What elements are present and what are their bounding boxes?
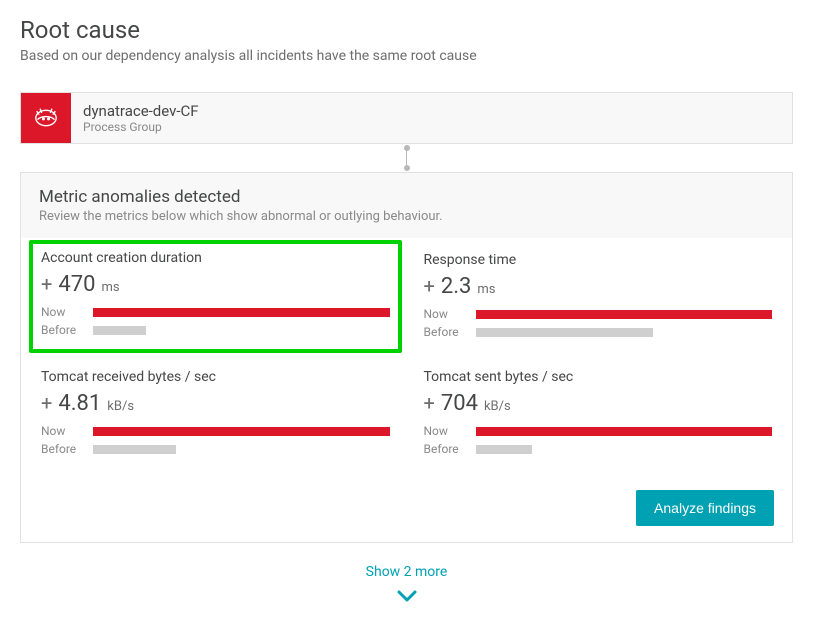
bar-row-now: Now xyxy=(424,307,773,321)
bar-fill-before xyxy=(93,445,176,454)
anomalies-header: Metric anomalies detected Review the met… xyxy=(21,173,792,238)
metric-value: 2.3 xyxy=(441,274,472,299)
metric-card[interactable]: Tomcat sent bytes / sec +704 kB/s Now Before xyxy=(422,365,775,462)
bar-track xyxy=(93,427,390,436)
show-more-row: Show 2 more xyxy=(20,543,793,588)
bar-row-now: Now xyxy=(41,305,390,319)
metric-sign: + xyxy=(41,391,52,415)
bar-label: Before xyxy=(41,442,83,456)
metric-card[interactable]: Response time +2.3 ms Now Before xyxy=(422,248,775,347)
process-group-icon xyxy=(21,93,71,143)
chevron-down-icon[interactable] xyxy=(20,588,793,612)
metric-value-row: +4.81 kB/s xyxy=(41,391,390,416)
metric-sign: + xyxy=(424,274,435,298)
bar-label: Before xyxy=(424,442,466,456)
page-title: Root cause xyxy=(20,16,793,44)
metric-value: 470 xyxy=(58,272,95,297)
metric-unit: ms xyxy=(477,282,495,297)
metric-title: Tomcat sent bytes / sec xyxy=(424,369,773,385)
bar-label: Now xyxy=(41,305,83,319)
bar-label: Before xyxy=(424,325,466,339)
metric-value-row: +704 kB/s xyxy=(424,391,773,416)
anomalies-subtitle: Review the metrics below which show abno… xyxy=(39,209,774,224)
bar-fill-now xyxy=(93,308,390,317)
bar-label: Now xyxy=(424,424,466,438)
bar-track xyxy=(476,445,773,454)
entity-info: dynatrace-dev-CF Process Group xyxy=(71,93,211,143)
bar-track xyxy=(93,326,390,335)
metric-unit: ms xyxy=(101,280,119,295)
bar-fill-before xyxy=(476,328,654,337)
entity-type: Process Group xyxy=(83,120,199,134)
bar-row-now: Now xyxy=(41,424,390,438)
bar-row-before: Before xyxy=(424,442,773,456)
metric-card[interactable]: Account creation duration +470 ms Now Before xyxy=(29,240,402,353)
anomalies-panel: Metric anomalies detected Review the met… xyxy=(20,172,793,543)
metric-value: 704 xyxy=(441,391,478,416)
show-more-link[interactable]: Show 2 more xyxy=(366,564,448,580)
page-subtitle: Based on our dependency analysis all inc… xyxy=(20,48,793,64)
metric-value-row: +2.3 ms xyxy=(424,274,773,299)
anomalies-title: Metric anomalies detected xyxy=(39,187,774,207)
bar-label: Before xyxy=(41,323,83,337)
bar-track xyxy=(476,427,773,436)
bar-label: Now xyxy=(41,424,83,438)
anomalies-footer: Analyze findings xyxy=(21,478,792,542)
entity-row[interactable]: dynatrace-dev-CF Process Group xyxy=(20,92,793,144)
bar-track xyxy=(476,310,773,319)
bar-fill-now xyxy=(93,427,390,436)
metric-unit: kB/s xyxy=(107,399,134,414)
metric-unit: kB/s xyxy=(484,399,511,414)
bar-row-before: Before xyxy=(41,442,390,456)
bar-fill-now xyxy=(476,310,773,319)
bar-row-before: Before xyxy=(41,323,390,337)
metric-sign: + xyxy=(41,272,52,296)
connector xyxy=(20,144,793,172)
metric-card[interactable]: Tomcat received bytes / sec +4.81 kB/s Now B… xyxy=(39,365,392,462)
bar-fill-now xyxy=(476,427,773,436)
metric-value-row: +470 ms xyxy=(41,272,390,297)
analyze-findings-button[interactable]: Analyze findings xyxy=(636,490,774,526)
metric-title: Tomcat received bytes / sec xyxy=(41,369,390,385)
bar-row-now: Now xyxy=(424,424,773,438)
entity-name: dynatrace-dev-CF xyxy=(83,102,199,120)
metric-sign: + xyxy=(424,391,435,415)
bar-fill-before xyxy=(476,445,532,454)
bar-label: Now xyxy=(424,307,466,321)
bar-track xyxy=(476,328,773,337)
bar-track xyxy=(93,308,390,317)
metric-title: Account creation duration xyxy=(41,250,390,266)
metrics-grid: Account creation duration +470 ms Now Before… xyxy=(21,238,792,478)
bar-row-before: Before xyxy=(424,325,773,339)
metric-title: Response time xyxy=(424,252,773,268)
metric-value: 4.81 xyxy=(58,391,101,416)
bar-track xyxy=(93,445,390,454)
bar-fill-before xyxy=(93,326,146,335)
